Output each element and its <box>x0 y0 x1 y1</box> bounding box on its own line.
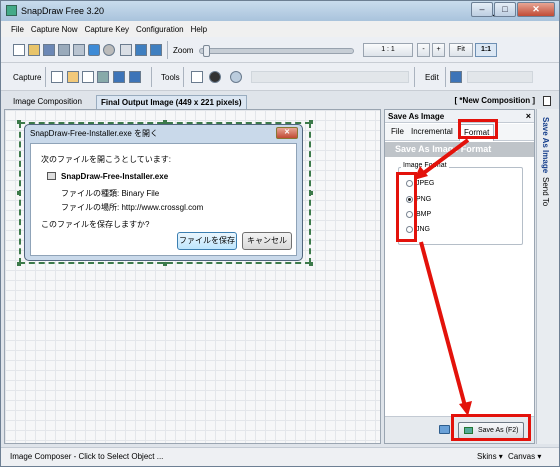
new-document-icon[interactable] <box>543 96 551 106</box>
image-format-label: Image Format <box>401 162 449 169</box>
dialog-close-icon: ✕ <box>276 127 298 139</box>
magnifier-tool-icon[interactable] <box>230 71 242 83</box>
resize-handle[interactable] <box>309 262 313 266</box>
menu-help[interactable]: Help <box>191 25 207 34</box>
one-to-one-button[interactable]: 1:1 <box>475 43 497 57</box>
disabled-tools-strip <box>251 71 409 83</box>
resize-handle[interactable] <box>17 191 21 195</box>
format-label: JNG <box>416 226 430 233</box>
dialog-file-type: ファイルの種類: Binary File <box>61 189 160 198</box>
format-label: JPEG <box>416 180 435 187</box>
hand-tool-icon[interactable] <box>209 71 221 83</box>
zoom-value-button[interactable]: 1 : 1 <box>363 43 413 57</box>
window-icon[interactable] <box>150 44 162 56</box>
menu-bar: File Capture Now Capture Key Configurati… <box>1 21 559 37</box>
panel-close-icon[interactable]: × <box>526 110 531 123</box>
panel-title: Save As Image <box>388 112 445 121</box>
side-tab-save-as-image[interactable]: Save As Image <box>541 117 550 173</box>
capture-fullscreen-icon[interactable] <box>113 71 125 83</box>
app-window: SnapDraw Free 3.20 ↖ – □ ✕ File Capture … <box>0 0 560 467</box>
menu-capture-key[interactable]: Capture Key <box>85 25 129 34</box>
tab-image-composition[interactable]: Image Composition <box>9 95 86 109</box>
format-label: PNG <box>416 196 432 203</box>
layout-icon[interactable] <box>135 44 147 56</box>
tab-file[interactable]: File <box>391 127 404 136</box>
edit-image-icon[interactable] <box>450 71 462 83</box>
skins-menu[interactable]: Skins ▾ <box>477 452 503 461</box>
exe-file-icon <box>47 172 56 180</box>
section-title: Save As Image Format <box>385 142 534 157</box>
capture-monitor-icon[interactable] <box>129 71 141 83</box>
status-text: Image Composer - Click to Select Object … <box>10 452 164 461</box>
capture-label: Capture <box>13 73 42 82</box>
composition-tabs: Image Composition Final Output Image (44… <box>1 93 559 109</box>
capture-region-icon[interactable] <box>51 71 63 83</box>
zoom-slider[interactable] <box>199 45 354 57</box>
title-bar: SnapDraw Free 3.20 ↖ – □ ✕ <box>1 1 559 21</box>
zoom-label: Zoom <box>173 46 194 55</box>
menu-capture-now[interactable]: Capture Now <box>31 25 78 34</box>
edit-label: Edit <box>425 73 439 82</box>
window-title: SnapDraw Free 3.20 <box>21 6 105 16</box>
open-folder-icon[interactable] <box>28 44 40 56</box>
stop-icon[interactable] <box>103 44 115 56</box>
select-tool-icon[interactable] <box>191 71 203 83</box>
copy-icon[interactable] <box>73 44 85 56</box>
zoom-in-button[interactable]: + <box>432 43 445 57</box>
maximize-button[interactable]: □ <box>494 2 516 17</box>
captured-download-dialog: SnapDraw-Free-Installer.exe を開く ✕ 次のファイル… <box>24 124 303 261</box>
menu-configuration[interactable]: Configuration <box>136 25 184 34</box>
print-icon[interactable] <box>120 44 132 56</box>
save-icon[interactable] <box>43 44 55 56</box>
dialog-title: SnapDraw-Free-Installer.exe を開く <box>30 129 159 138</box>
zoom-slider-thumb[interactable] <box>203 45 210 57</box>
highlight-format-options <box>396 172 417 242</box>
format-label: BMP <box>416 211 432 218</box>
capture-window-icon[interactable] <box>67 71 79 83</box>
menu-file[interactable]: File <box>11 25 24 34</box>
fit-button[interactable]: Fit <box>449 43 473 57</box>
dialog-filename: SnapDraw-Free-Installer.exe <box>61 172 169 181</box>
zoom-out-button[interactable]: - <box>417 43 430 57</box>
resize-handle[interactable] <box>17 262 21 266</box>
disabled-edit-strip <box>467 71 533 83</box>
close-window-button[interactable]: ✕ <box>517 2 555 17</box>
canvas-label: Canvas <box>508 452 536 461</box>
resize-handle[interactable] <box>17 120 21 124</box>
minimize-button[interactable]: – <box>471 2 493 17</box>
new-composition-label: [ *New Composition ] <box>454 96 535 105</box>
resize-handle[interactable] <box>309 120 313 124</box>
dialog-file-location: ファイルの場所: http://www.crossgl.com <box>61 203 204 212</box>
tab-incremental[interactable]: Incremental <box>411 127 453 136</box>
resize-handle[interactable] <box>309 191 313 195</box>
tools-label: Tools <box>161 73 180 82</box>
composition-canvas[interactable]: SnapDraw-Free-Installer.exe を開く ✕ 次のファイル… <box>4 109 381 444</box>
side-tab-send-to[interactable]: Send To <box>541 177 550 206</box>
app-icon <box>6 5 17 16</box>
canvas-menu[interactable]: Canvas ▾ <box>508 452 541 461</box>
skins-label: Skins <box>477 452 497 461</box>
dialog-question: このファイルを保存しますか? <box>41 220 150 229</box>
tab-final-output[interactable]: Final Output Image (449 x 221 pixels) <box>96 95 247 109</box>
new-file-icon[interactable] <box>13 44 25 56</box>
save-as-image-panel: Save As Image × File Incremental Format … <box>384 109 535 444</box>
folder-icon[interactable] <box>439 425 450 434</box>
upload-icon[interactable] <box>88 44 100 56</box>
capture-scroll-icon[interactable] <box>97 71 109 83</box>
dialog-prompt: 次のファイルを開こうとしています: <box>41 155 171 164</box>
highlight-format-tab <box>458 119 498 139</box>
highlight-save-button <box>451 414 531 441</box>
dialog-cancel-button: キャンセル <box>242 232 292 250</box>
resize-handle[interactable] <box>163 262 167 266</box>
dialog-save-file-button: ファイルを保存 <box>177 232 237 250</box>
status-bar: Image Composer - Click to Select Object … <box>1 447 559 466</box>
side-tabs: Save As Image Send To <box>536 109 559 444</box>
capture-object-icon[interactable] <box>82 71 94 83</box>
save-as-icon[interactable] <box>58 44 70 56</box>
secondary-toolbar: Capture Tools Edit <box>1 63 559 91</box>
dialog-body: 次のファイルを開こうとしています: SnapDraw-Free-Installe… <box>30 143 297 256</box>
